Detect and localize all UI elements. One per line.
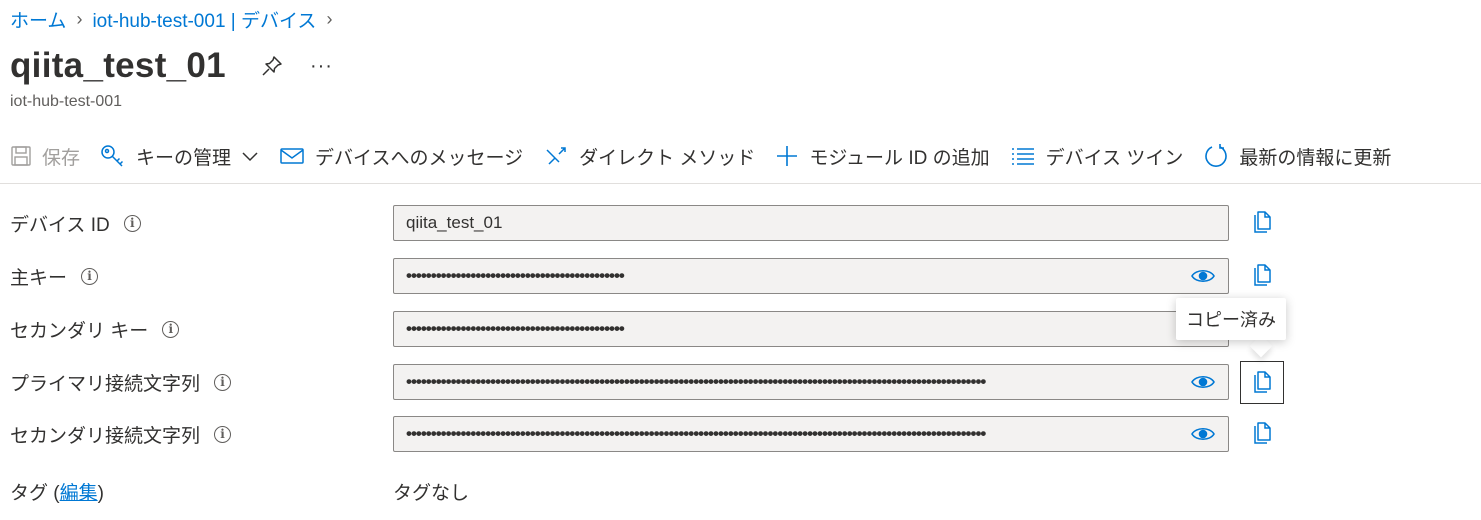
refresh-label: 最新の情報に更新 — [1239, 147, 1392, 169]
info-icon[interactable]: i — [162, 320, 180, 338]
tags-row: タグ (編集) タグなし — [0, 478, 1481, 506]
primary-key-label: 主キー — [10, 267, 68, 289]
save-label: 保存 — [42, 147, 81, 169]
breadcrumb-iot-hub-devices[interactable]: iot-hub-test-001 | デバイス — [92, 6, 316, 33]
eye-icon[interactable] — [1190, 424, 1216, 444]
page-title: qiita_test_01 — [10, 46, 226, 85]
info-icon[interactable]: i — [81, 267, 99, 285]
copy-primary-key-button[interactable] — [1242, 258, 1282, 294]
info-icon[interactable]: i — [123, 214, 141, 232]
direct-method-button[interactable]: ダイレクト メソッド — [533, 136, 765, 176]
tags-value: タグなし — [393, 483, 470, 504]
copy-secondary-connection-string-button[interactable] — [1242, 416, 1282, 452]
mail-icon — [280, 148, 304, 164]
chevron-down-icon — [242, 152, 258, 162]
chevron-right-icon: › — [76, 9, 83, 29]
device-id-row: デバイス ID i qiita_test_01 — [0, 205, 1481, 241]
info-icon[interactable]: i — [214, 425, 232, 443]
primary-key-value: ••••••••••••••••••••••••••••••••••••••••… — [406, 266, 625, 285]
add-module-identity-label: モジュール ID の追加 — [809, 147, 990, 169]
command-bar: 保存 キーの管理 デバイスへのメッセージ ダイレクト メソッド モジュール ID… — [0, 136, 1401, 176]
eye-icon[interactable] — [1190, 266, 1216, 286]
secondary-connection-string-row: セカンダリ接続文字列 i •••••••••••••••••••••••••••… — [0, 416, 1481, 452]
direct-method-icon — [546, 147, 566, 165]
primary-connection-string-label: プライマリ接続文字列 — [10, 373, 201, 395]
pin-icon[interactable] — [260, 54, 284, 78]
save-icon — [11, 146, 31, 166]
device-id-label-wrap: デバイス ID i — [10, 205, 141, 241]
primary-connection-string-row: プライマリ接続文字列 i •••••••••••••••••••••••••••… — [0, 361, 1481, 404]
direct-method-label: ダイレクト メソッド — [579, 147, 756, 169]
copy-device-id-button[interactable] — [1242, 205, 1282, 241]
breadcrumb: ホーム › iot-hub-test-001 | デバイス › — [10, 6, 342, 33]
device-twin-button[interactable]: デバイス ツイン — [1000, 136, 1194, 176]
secondary-conn-label-wrap: セカンダリ接続文字列 i — [10, 416, 232, 452]
device-id-field[interactable]: qiita_test_01 — [393, 205, 1229, 241]
primary-key-label-wrap: 主キー i — [10, 258, 99, 294]
more-options-button[interactable]: ··· — [310, 55, 333, 78]
copy-icon — [1254, 422, 1271, 444]
copied-tooltip: コピー済み — [1176, 298, 1286, 340]
tags-label: タグ (編集) — [10, 478, 104, 505]
primary-conn-label-wrap: プライマリ接続文字列 i — [10, 364, 232, 400]
page-subtitle: iot-hub-test-001 — [10, 93, 123, 110]
copy-primary-connection-string-button[interactable] — [1240, 361, 1284, 404]
edit-tags-link[interactable]: 編集 — [60, 483, 98, 504]
primary-key-row: 主キー i ••••••••••••••••••••••••••••••••••… — [0, 258, 1481, 294]
info-icon[interactable]: i — [214, 373, 232, 391]
manage-keys-button[interactable]: キーの管理 — [90, 136, 269, 176]
secondary-key-label-wrap: セカンダリ キー i — [10, 311, 180, 347]
primary-connection-string-field[interactable]: ••••••••••••••••••••••••••••••••••••••••… — [393, 364, 1229, 400]
device-id-label: デバイス ID — [10, 214, 110, 236]
tags-label-prefix: タグ ( — [10, 483, 60, 504]
eye-icon[interactable] — [1190, 372, 1216, 392]
breadcrumb-home[interactable]: ホーム — [10, 6, 66, 33]
refresh-icon — [1205, 144, 1228, 167]
save-button[interactable]: 保存 — [0, 136, 90, 176]
add-module-identity-button[interactable]: モジュール ID の追加 — [765, 136, 999, 176]
chevron-right-icon: › — [326, 9, 333, 29]
secondary-connection-string-label: セカンダリ接続文字列 — [10, 425, 201, 447]
copy-icon — [1254, 264, 1271, 286]
message-to-device-button[interactable]: デバイスへのメッセージ — [269, 136, 533, 176]
list-icon — [1011, 148, 1034, 165]
secondary-key-field[interactable]: ••••••••••••••••••••••••••••••••••••••••… — [393, 311, 1229, 347]
secondary-connection-string-field[interactable]: ••••••••••••••••••••••••••••••••••••••••… — [393, 416, 1229, 452]
copy-icon — [1254, 370, 1271, 393]
device-id-value: qiita_test_01 — [406, 213, 503, 232]
copy-icon — [1254, 211, 1271, 233]
device-twin-label: デバイス ツイン — [1045, 147, 1184, 169]
toolbar-divider — [0, 183, 1481, 184]
key-icon — [101, 145, 124, 167]
tags-label-suffix: ) — [97, 483, 104, 504]
plus-icon — [777, 146, 798, 166]
primary-connection-string-value: ••••••••••••••••••••••••••••••••••••••••… — [406, 372, 986, 391]
secondary-key-label: セカンダリ キー — [10, 320, 149, 342]
primary-key-field[interactable]: ••••••••••••••••••••••••••••••••••••••••… — [393, 258, 1229, 294]
secondary-connection-string-value: ••••••••••••••••••••••••••••••••••••••••… — [406, 424, 986, 443]
secondary-key-value: ••••••••••••••••••••••••••••••••••••••••… — [406, 319, 625, 338]
refresh-button[interactable]: 最新の情報に更新 — [1193, 136, 1401, 176]
manage-keys-label: キーの管理 — [136, 147, 232, 169]
message-to-device-label: デバイスへのメッセージ — [315, 147, 524, 169]
title-row: qiita_test_01 ··· — [10, 46, 333, 86]
